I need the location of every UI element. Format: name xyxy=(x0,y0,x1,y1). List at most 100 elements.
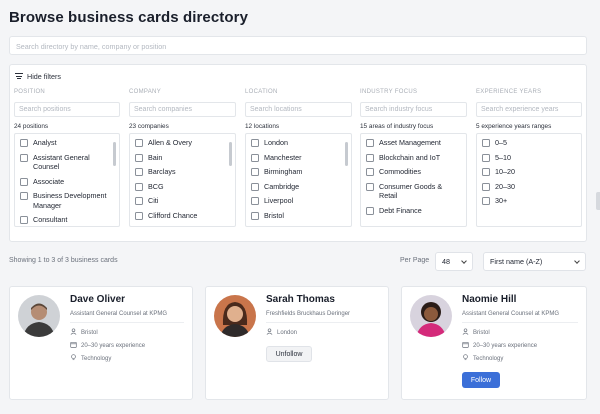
filter-option-list[interactable]: Allen & Overy Bain Barclays BCG Citi Cli… xyxy=(129,133,236,227)
checkbox[interactable] xyxy=(135,139,143,147)
filter-column-title: POSITION xyxy=(14,89,46,95)
filter-option[interactable]: Liverpool xyxy=(251,196,346,206)
filter-option-list[interactable]: 0–5 5–10 10–20 20–30 30+ xyxy=(476,133,582,227)
checkbox[interactable] xyxy=(366,206,374,215)
filter-option[interactable]: Analyst xyxy=(20,138,114,148)
directory-search-input[interactable]: Search directory by name, company or pos… xyxy=(9,36,587,55)
person-icon xyxy=(462,328,469,337)
filter-column-company: COMPANY Search companies 23 companies Al… xyxy=(129,89,236,227)
checkbox[interactable] xyxy=(251,168,259,176)
filter-option[interactable]: Bristol xyxy=(251,211,346,221)
checkbox[interactable] xyxy=(251,139,259,147)
checkbox[interactable] xyxy=(251,153,259,162)
option-label: Consumer Goods & Retail xyxy=(379,181,443,201)
checkbox[interactable] xyxy=(20,192,28,200)
filter-option[interactable]: Cambridge xyxy=(251,182,346,192)
filter-option[interactable]: Assistant General Counsel xyxy=(20,153,114,172)
side-edge-tab[interactable] xyxy=(596,192,600,210)
business-card[interactable]: Dave Oliver Assistant General Counsel at… xyxy=(9,286,193,400)
scrollbar[interactable] xyxy=(229,142,232,166)
checkbox[interactable] xyxy=(20,216,28,224)
filter-option[interactable]: Debt Finance xyxy=(366,206,461,216)
sort-select[interactable]: First name (A-Z) xyxy=(483,252,586,271)
filter-option[interactable]: Barclays xyxy=(135,167,230,177)
per-page-select[interactable]: 48 xyxy=(435,252,473,271)
option-label: Assistant General Counsel xyxy=(33,152,90,172)
filter-option[interactable]: Consultant xyxy=(20,215,114,225)
filter-option[interactable]: Blockchain and IoT xyxy=(366,153,461,163)
checkbox[interactable] xyxy=(482,139,490,147)
filter-column-title: EXPERIENCE YEARS xyxy=(476,89,542,95)
filter-option[interactable]: 20–30 xyxy=(482,182,576,192)
checkbox[interactable] xyxy=(366,139,374,147)
filter-search-input[interactable]: Search experience years xyxy=(476,102,582,117)
checkbox[interactable] xyxy=(135,168,143,176)
checkbox[interactable] xyxy=(20,177,28,186)
follow-button[interactable]: Follow xyxy=(462,372,500,388)
checkbox[interactable] xyxy=(251,182,259,191)
option-label: Asset Management xyxy=(379,138,441,147)
filter-option[interactable]: Citi xyxy=(135,196,230,206)
lightbulb-icon xyxy=(462,354,469,363)
option-label: Associate xyxy=(33,176,65,186)
filter-option[interactable]: Birmingham xyxy=(251,167,346,177)
checkbox[interactable] xyxy=(482,153,490,162)
filter-search-input[interactable]: Search locations xyxy=(245,102,352,117)
filter-option[interactable]: Asset Management xyxy=(366,138,461,148)
checkbox[interactable] xyxy=(135,182,143,191)
filter-option-list[interactable]: Analyst Assistant General Counsel Associ… xyxy=(14,133,120,227)
checkbox[interactable] xyxy=(366,168,374,176)
filter-option[interactable]: Business Development Manager xyxy=(20,191,114,210)
filter-count: 15 areas of industry focus xyxy=(360,123,434,130)
checkbox[interactable] xyxy=(366,182,374,191)
filter-option[interactable]: Allen & Overy xyxy=(135,138,230,148)
card-divider xyxy=(70,322,184,323)
filter-option[interactable]: Clifford Chance xyxy=(135,211,230,221)
checkbox[interactable] xyxy=(482,168,490,176)
filter-option[interactable]: Bain xyxy=(135,153,230,163)
option-label: Consultant xyxy=(33,215,68,224)
filter-option[interactable]: Commodities xyxy=(366,167,461,177)
business-card[interactable]: Sarah Thomas Freshfields Bruckhaus Derin… xyxy=(205,286,389,400)
option-label: Bain xyxy=(148,152,163,162)
scrollbar[interactable] xyxy=(345,142,348,166)
filter-option[interactable]: Associate xyxy=(20,177,114,187)
option-label: 20–30 xyxy=(495,181,515,191)
checkbox[interactable] xyxy=(251,211,259,220)
checkbox[interactable] xyxy=(20,139,28,147)
filter-option[interactable]: 10–20 xyxy=(482,167,576,177)
filter-option[interactable]: Consumer Goods & Retail xyxy=(366,182,461,201)
checkbox[interactable] xyxy=(482,197,490,205)
filter-option-list[interactable]: London Manchester Birmingham Cambridge L… xyxy=(245,133,352,227)
checkbox[interactable] xyxy=(482,182,490,191)
filter-search-input[interactable]: Search companies xyxy=(129,102,236,117)
filter-option[interactable]: Manchester xyxy=(251,153,346,163)
unfollow-button[interactable]: Unfollow xyxy=(266,346,312,362)
industry-row: Technology xyxy=(462,354,503,363)
results-summary: Showing 1 to 3 of 3 business cards xyxy=(9,257,118,264)
business-card[interactable]: Naomie Hill Assistant General Counsel at… xyxy=(401,286,587,400)
filter-search-input[interactable]: Search industry focus xyxy=(360,102,467,117)
filter-option[interactable]: 30+ xyxy=(482,196,576,206)
filter-option[interactable]: London xyxy=(251,138,346,148)
hide-filters-toggle[interactable]: Hide filters xyxy=(15,70,61,82)
option-label: 10–20 xyxy=(495,167,515,176)
filter-option[interactable]: 0–5 xyxy=(482,138,576,148)
filter-column-title: COMPANY xyxy=(129,89,161,95)
filter-column-position: POSITION Search positions 24 positions A… xyxy=(14,89,120,227)
checkbox[interactable] xyxy=(135,211,143,220)
checkbox[interactable] xyxy=(251,197,259,205)
checkbox[interactable] xyxy=(135,153,143,162)
filter-option-list[interactable]: Asset Management Blockchain and IoT Comm… xyxy=(360,133,467,227)
checkbox[interactable] xyxy=(135,197,143,205)
option-label: Bristol xyxy=(264,210,284,220)
filter-option[interactable]: BCG xyxy=(135,182,230,192)
filter-option[interactable]: 5–10 xyxy=(482,153,576,163)
location-row: London xyxy=(266,328,297,337)
person-icon xyxy=(266,328,273,337)
checkbox[interactable] xyxy=(366,153,374,162)
filter-count: 23 companies xyxy=(129,123,169,130)
scrollbar[interactable] xyxy=(113,142,116,166)
checkbox[interactable] xyxy=(20,153,28,162)
filter-search-input[interactable]: Search positions xyxy=(14,102,120,117)
